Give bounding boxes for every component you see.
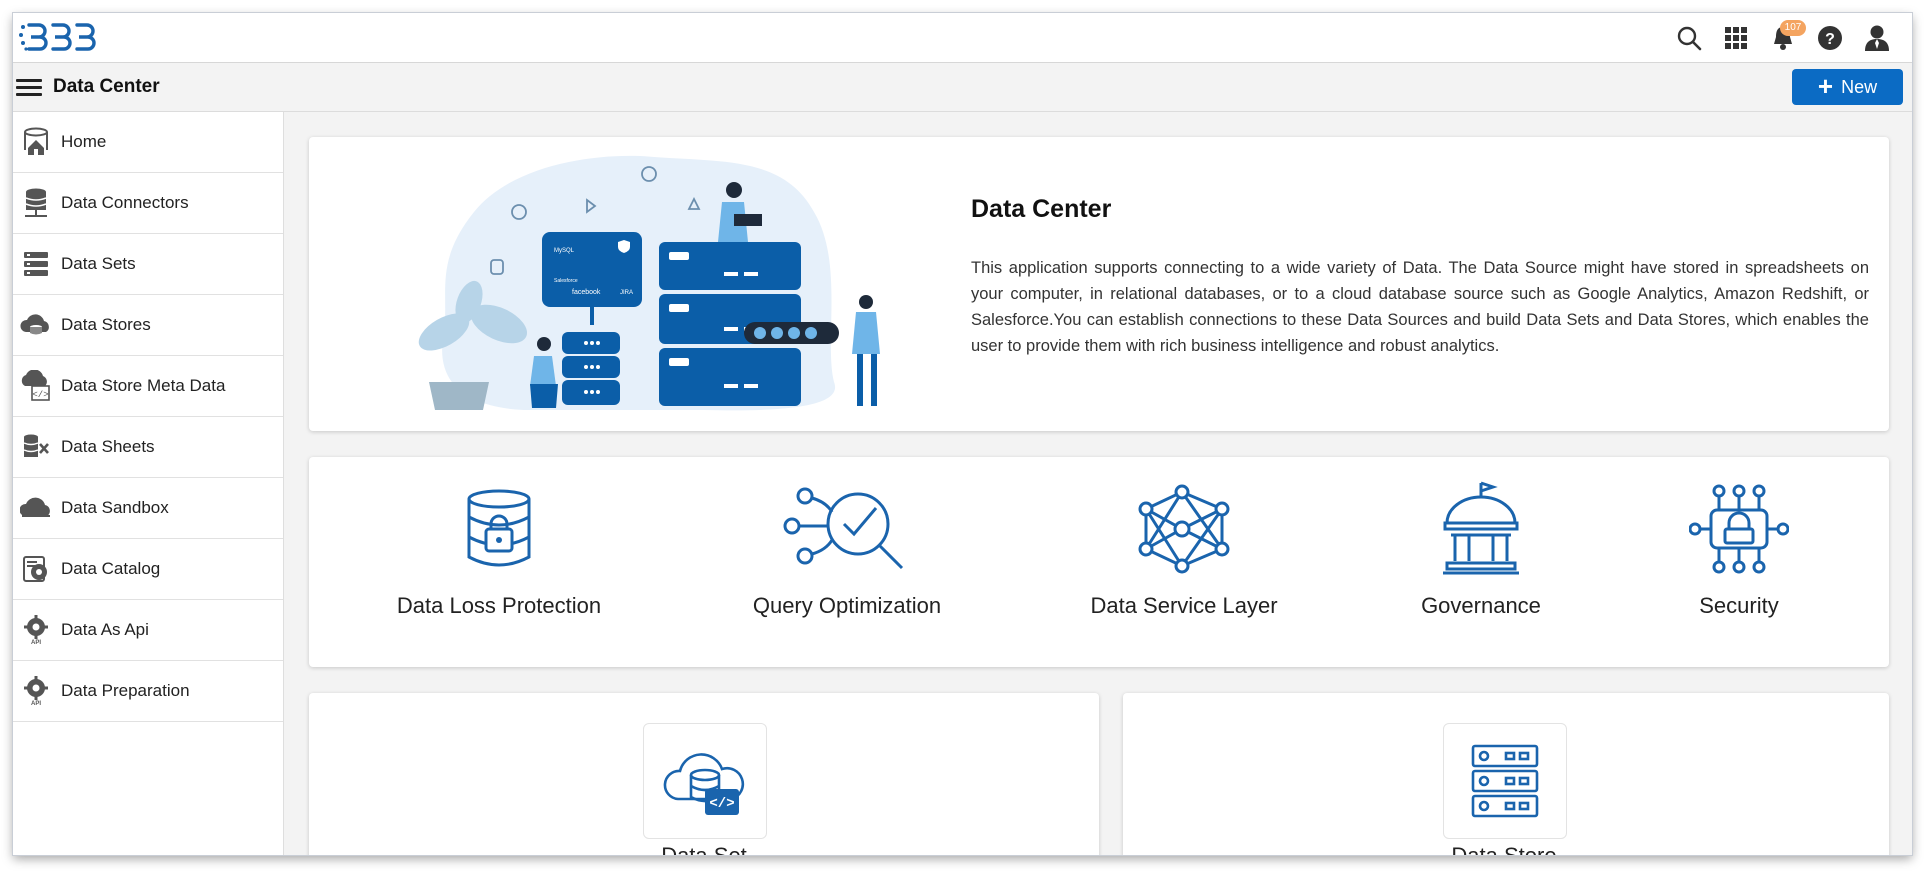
sidebar-item-label: Data Sheets	[61, 437, 155, 456]
sidebar-item-label: Data Catalog	[61, 559, 161, 578]
capitol-building-icon	[1443, 481, 1519, 575]
sidebar: Home Data Connectors Data Sets Data Stor…	[13, 112, 284, 855]
cloud-database-icon	[20, 309, 52, 341]
feature-label: Governance	[1421, 593, 1541, 618]
plus-icon: +	[1817, 70, 1834, 101]
svg-text:?: ?	[1825, 31, 1835, 48]
sidebar-item-home[interactable]: Home	[13, 112, 283, 173]
illustration-label-mysql: MySQL	[554, 248, 575, 254]
feature-label: Query Optimization	[752, 593, 942, 618]
sidebar-item-label: Data Stores	[61, 315, 151, 334]
bdb-logo[interactable]	[19, 19, 105, 58]
data-set-icon-box: </>	[643, 723, 767, 839]
database-lock-icon	[467, 489, 531, 567]
feature-label: Security	[1699, 593, 1779, 618]
sandbox-cloud-icon	[20, 492, 52, 524]
illustration-label-facebook: facebook	[572, 289, 601, 296]
feature-query-optimization: Query Optimization	[717, 479, 977, 619]
sidebar-item-label: Data As Api	[61, 620, 149, 639]
sidebar-item-data-catalog[interactable]: Data Catalog	[13, 539, 283, 600]
sidebar-item-data-as-api[interactable]: API Data As Api	[13, 600, 283, 661]
database-connector-icon	[20, 187, 52, 219]
sidebar-item-label: Data Sets	[61, 254, 136, 273]
feature-security: Security	[1609, 479, 1869, 619]
spreadsheet-icon	[20, 431, 52, 463]
code-database-icon: </>	[20, 370, 52, 402]
page-title: Data Center	[53, 76, 160, 97]
illustration-label-salesforce: Salesforce	[554, 278, 578, 284]
magnifier-check-icon	[783, 487, 904, 570]
new-button[interactable]: + New	[1792, 69, 1903, 105]
hero-card: MySQL facebook JIRA Salesforce Data Cent…	[309, 137, 1889, 431]
hero-description: This application supports connecting to …	[971, 259, 1869, 355]
sidebar-item-data-connectors[interactable]: Data Connectors	[13, 173, 283, 234]
data-store-icon-box	[1443, 723, 1567, 839]
home-icon	[20, 126, 52, 158]
svg-text:</>: </>	[32, 390, 48, 400]
circuit-lock-icon	[1689, 484, 1789, 574]
sidebar-item-label: Home	[61, 132, 107, 151]
search-icon[interactable]	[1665, 22, 1712, 54]
svg-text:</>: </>	[709, 796, 734, 812]
sidebar-item-data-sets[interactable]: Data Sets	[13, 234, 283, 295]
data-center-illustration: MySQL facebook JIRA Salesforce	[404, 152, 894, 417]
sidebar-item-label: Data Store Meta Data	[61, 376, 226, 395]
data-set-card[interactable]: </> Data Set	[309, 693, 1099, 855]
data-set-label: Data Set	[574, 843, 834, 855]
sidebar-item-data-store-meta-data[interactable]: </> Data Store Meta Data	[13, 356, 283, 417]
server-rack-icon	[1471, 744, 1539, 818]
sidebar-item-label: Data Sandbox	[61, 498, 169, 517]
sidebar-item-data-sheets[interactable]: Data Sheets	[13, 417, 283, 478]
main-content: MySQL facebook JIRA Salesforce Data Cent…	[284, 112, 1912, 855]
illustration-label-jira: JIRA	[620, 290, 633, 296]
sidebar-item-data-stores[interactable]: Data Stores	[13, 295, 283, 356]
notification-bell-icon[interactable]: 107	[1759, 20, 1806, 54]
notification-count-badge: 107	[1780, 20, 1806, 36]
feature-label: Data Service Layer	[1090, 593, 1278, 618]
svg-text:API: API	[31, 640, 41, 645]
hamburger-menu-icon[interactable]	[16, 75, 42, 99]
app-window: 107 ? Data Center + New Home Data Connec…	[13, 13, 1912, 855]
apps-grid-icon[interactable]	[1712, 22, 1759, 54]
sidebar-item-data-preparation[interactable]: API Data Preparation	[13, 661, 283, 722]
svg-text:API: API	[31, 701, 41, 706]
data-sets-icon	[20, 248, 52, 280]
cloud-code-database-icon: </>	[663, 753, 745, 815]
features-card: Data Loss Protection Query Optimization …	[309, 457, 1889, 667]
page-header-bar: Data Center + New	[13, 63, 1912, 112]
feature-governance: Governance	[1351, 479, 1611, 619]
preparation-gear-icon: API	[20, 675, 52, 707]
user-profile-icon[interactable]	[1853, 22, 1900, 54]
feature-label: Data Loss Protection	[396, 593, 602, 618]
feature-data-loss-protection: Data Loss Protection	[369, 479, 629, 619]
help-icon[interactable]: ?	[1806, 22, 1853, 54]
catalog-gear-icon	[20, 553, 52, 585]
data-store-label: Data Store	[1374, 843, 1634, 855]
api-gear-icon: API	[20, 614, 52, 646]
new-button-label: New	[1841, 76, 1878, 97]
feature-data-service-layer: Data Service Layer	[1054, 479, 1314, 619]
top-bar: 107 ?	[13, 13, 1912, 63]
data-store-card[interactable]: Data Store	[1123, 693, 1889, 855]
network-nodes-icon	[1138, 484, 1230, 574]
sidebar-item-data-sandbox[interactable]: Data Sandbox	[13, 478, 283, 539]
sidebar-item-label: Data Preparation	[61, 681, 190, 700]
hero-title: Data Center	[971, 195, 1112, 223]
sidebar-item-label: Data Connectors	[61, 193, 189, 212]
